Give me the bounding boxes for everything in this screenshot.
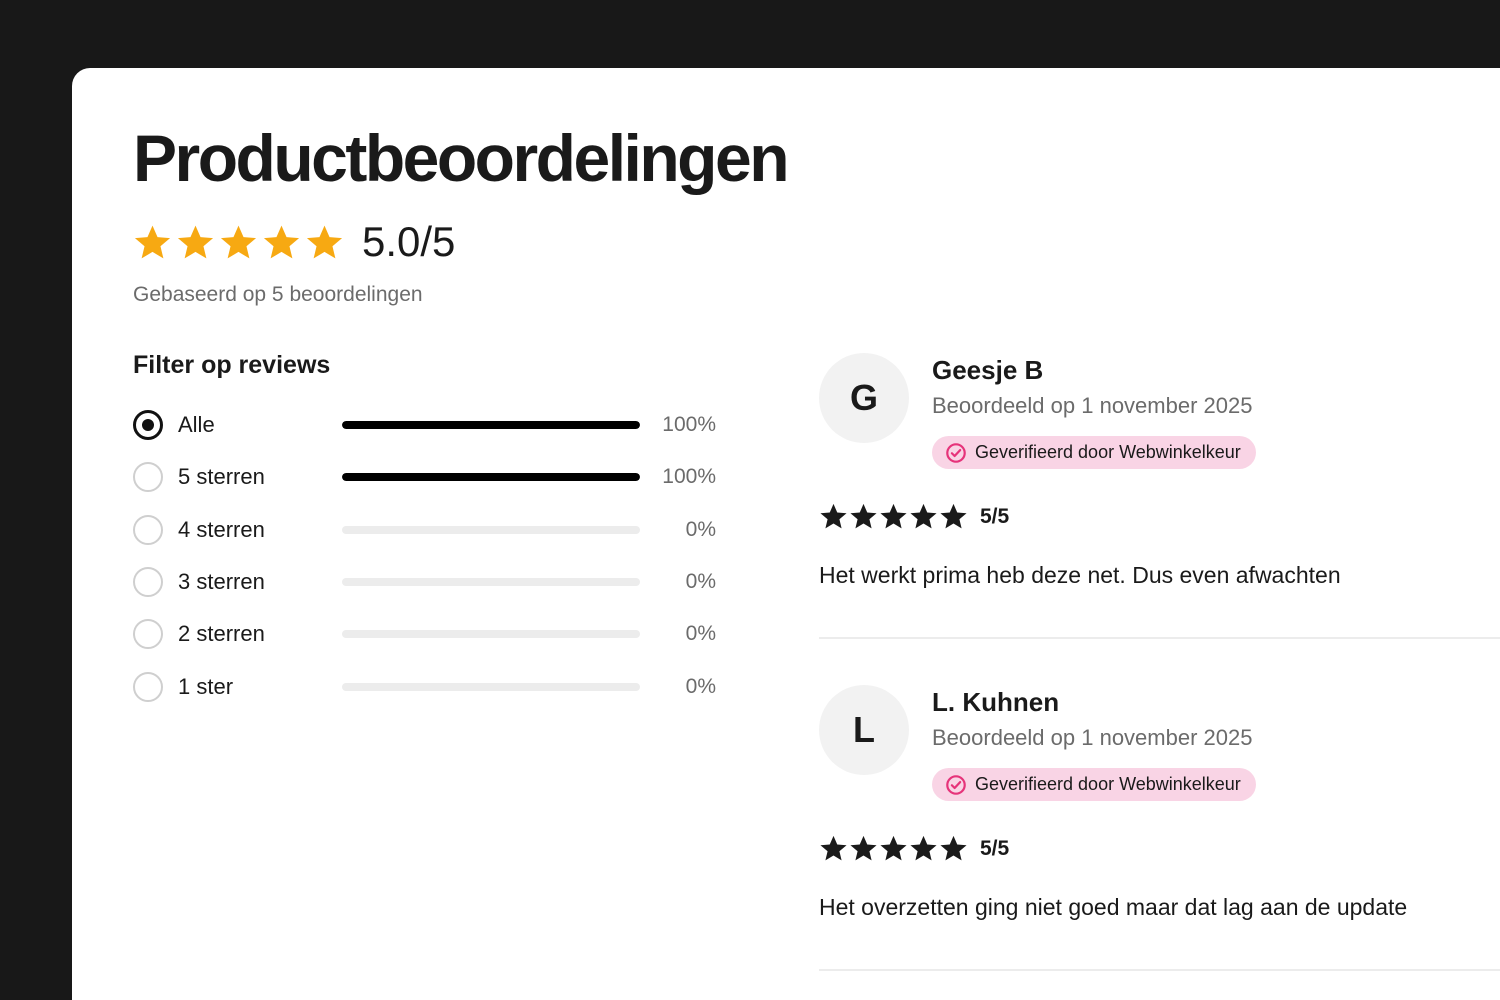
- divider: [819, 969, 1500, 971]
- percentage-label: 0%: [685, 675, 716, 698]
- verified-badge: Geverifieerd door Webwinkelkeur: [932, 436, 1256, 469]
- star-icon: [940, 503, 967, 529]
- review-rating: 5/5: [819, 834, 1009, 863]
- review-score: 5/5: [980, 836, 1010, 860]
- avatar: L: [819, 685, 909, 775]
- percentage-label: 100%: [662, 413, 716, 436]
- star-icon: [940, 835, 967, 861]
- review-date: Beoordeeld op 1 november 2025: [932, 725, 1253, 750]
- radio-button[interactable]: [133, 462, 163, 492]
- review-stars: [819, 834, 968, 863]
- star-icon: [220, 225, 257, 258]
- filter-option-3-stars[interactable]: 3 sterren 0%: [133, 564, 723, 600]
- review-rating: 5/5: [819, 502, 1009, 531]
- star-icon: [880, 835, 907, 861]
- distribution-bar: [342, 421, 640, 429]
- avatar: G: [819, 353, 909, 443]
- review-score: 5/5: [980, 504, 1010, 528]
- star-icon: [880, 503, 907, 529]
- reviews-card: Productbeoordelingen 5.0/5 Gebaseerd op …: [72, 68, 1500, 1000]
- verified-badge: Geverifieerd door Webwinkelkeur: [932, 768, 1256, 801]
- review-item: G Geesje B Beoordeeld op 1 november 2025…: [819, 353, 1500, 643]
- radio-button[interactable]: [133, 567, 163, 597]
- star-icon: [820, 835, 847, 861]
- filter-label: Alle: [178, 412, 215, 437]
- distribution-bar: [342, 683, 640, 691]
- overall-stars: [133, 223, 344, 262]
- review-text: Het overzetten ging niet goed maar dat l…: [819, 894, 1408, 920]
- distribution-bar: [342, 526, 640, 534]
- filter-option-all[interactable]: Alle 100%: [133, 407, 723, 443]
- filter-option-4-stars[interactable]: 4 sterren 0%: [133, 512, 723, 548]
- star-icon: [177, 225, 214, 258]
- radio-button[interactable]: [133, 410, 163, 440]
- filter-title: Filter op reviews: [133, 351, 331, 379]
- filter-option-2-stars[interactable]: 2 sterren 0%: [133, 616, 723, 652]
- review-text: Het werkt prima heb deze net. Dus even a…: [819, 562, 1341, 588]
- star-icon: [134, 225, 171, 258]
- verified-check-icon: [946, 442, 966, 463]
- percentage-label: 0%: [685, 622, 716, 645]
- star-icon: [306, 225, 343, 258]
- filter-label: 5 sterren: [178, 464, 265, 489]
- reviewer-name: L. Kuhnen: [932, 687, 1060, 717]
- distribution-bar: [342, 473, 640, 481]
- star-icon: [850, 835, 877, 861]
- review-date: Beoordeeld op 1 november 2025: [932, 393, 1253, 418]
- review-item: L L. Kuhnen Beoordeeld op 1 november 202…: [819, 685, 1500, 975]
- filter-label: 1 ster: [178, 674, 234, 699]
- rating-summary: 5.0/5: [133, 218, 455, 266]
- review-count-text: Gebaseerd op 5 beoordelingen: [133, 283, 423, 306]
- percentage-label: 0%: [685, 570, 716, 593]
- verified-check-icon: [946, 774, 966, 795]
- radio-button[interactable]: [133, 619, 163, 649]
- radio-button[interactable]: [133, 672, 163, 702]
- verified-text: Geverifieerd door Webwinkelkeur: [975, 774, 1241, 794]
- percentage-label: 100%: [662, 465, 716, 488]
- star-icon: [850, 503, 877, 529]
- overall-score: 5.0/5: [362, 218, 456, 265]
- star-icon: [263, 225, 300, 258]
- filter-label: 2 sterren: [178, 621, 265, 646]
- radio-button[interactable]: [133, 515, 163, 545]
- page-title: Productbeoordelingen: [133, 121, 790, 195]
- star-icon: [910, 835, 937, 861]
- star-icon: [910, 503, 937, 529]
- reviewer-name: Geesje B: [932, 355, 1044, 385]
- filter-label: 4 sterren: [178, 517, 265, 542]
- distribution-bar-fill: [342, 421, 640, 429]
- filter-option-5-stars[interactable]: 5 sterren 100%: [133, 459, 723, 495]
- review-stars: [819, 502, 968, 531]
- filter-label: 3 sterren: [178, 569, 265, 594]
- star-icon: [820, 503, 847, 529]
- percentage-label: 0%: [685, 518, 716, 541]
- filter-option-1-star[interactable]: 1 ster 0%: [133, 669, 723, 705]
- distribution-bar-fill: [342, 473, 640, 481]
- divider: [819, 637, 1500, 639]
- distribution-bar: [342, 630, 640, 638]
- distribution-bar: [342, 578, 640, 586]
- verified-text: Geverifieerd door Webwinkelkeur: [975, 442, 1241, 462]
